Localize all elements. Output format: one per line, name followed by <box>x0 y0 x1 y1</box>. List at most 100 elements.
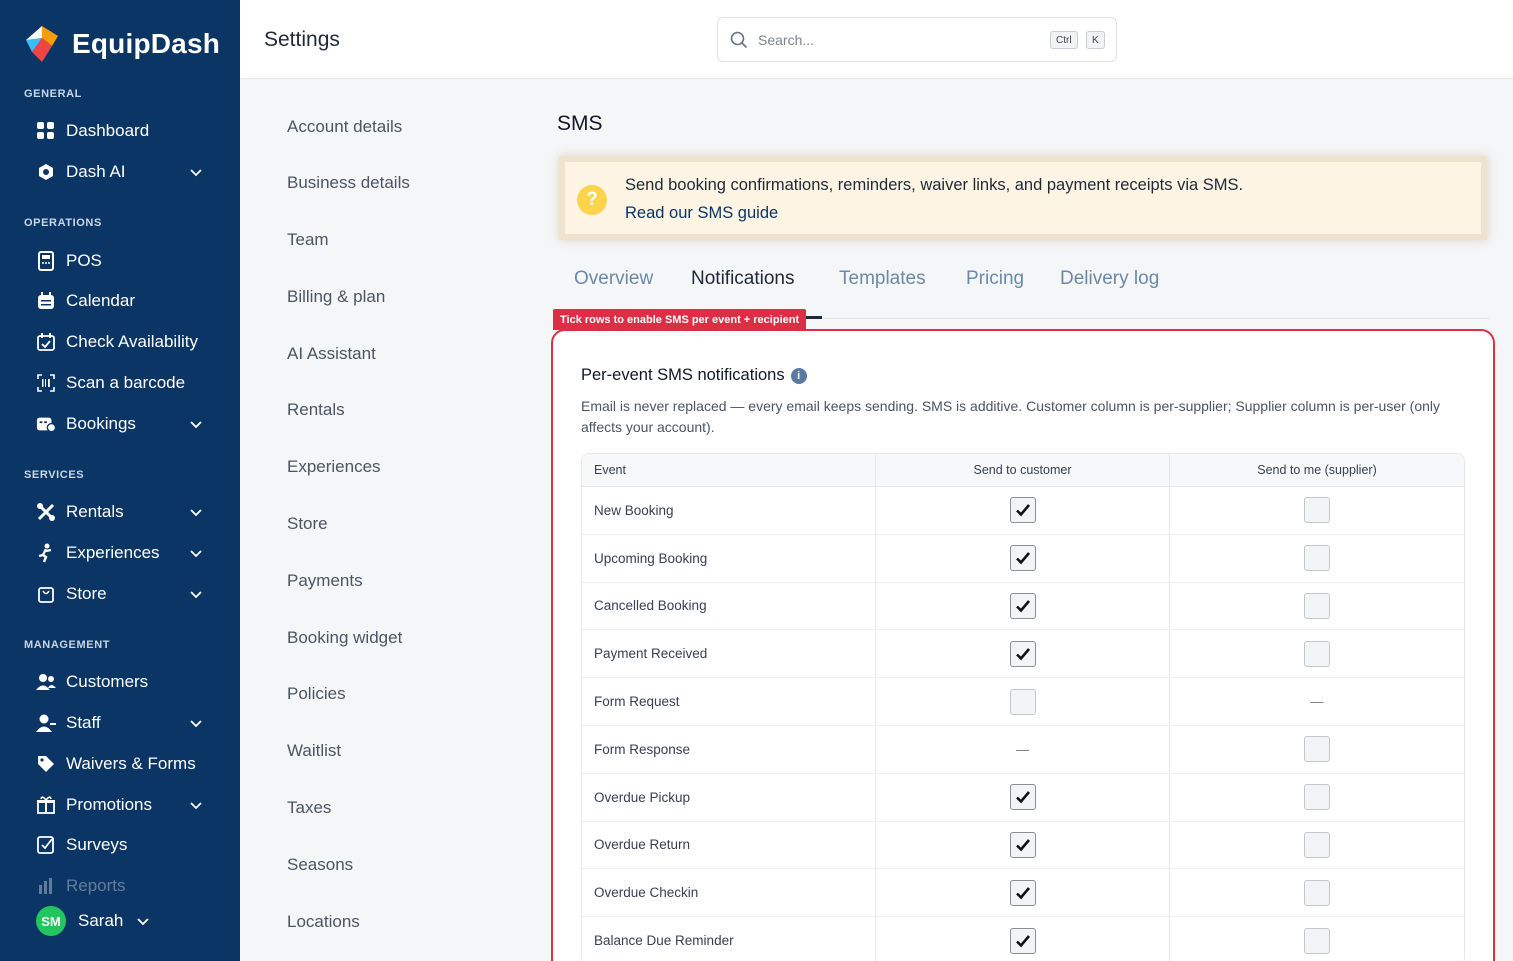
table-header: Event Send to customer Send to me (suppl… <box>582 454 1464 487</box>
customer-cell <box>876 630 1170 678</box>
table-row: Form Request — <box>582 678 1464 726</box>
settings-nav-seasons[interactable]: Seasons <box>287 855 353 875</box>
sidebar-item-check-availability[interactable]: Check Availability <box>36 326 216 358</box>
customer-checkbox-checked[interactable] <box>1009 831 1036 858</box>
settings-nav-locations[interactable]: Locations <box>287 912 360 932</box>
tab-overview[interactable]: Overview <box>574 268 653 290</box>
ai-hexagon-icon <box>36 162 56 182</box>
event-name: Overdue Return <box>582 821 876 869</box>
settings-nav-ai-assistant[interactable]: AI Assistant <box>287 344 376 364</box>
supplier-checkbox[interactable] <box>1304 927 1330 954</box>
supplier-checkbox[interactable] <box>1304 879 1330 906</box>
sidebar-item-bookings[interactable]: Bookings <box>36 408 216 440</box>
customer-checkbox-checked[interactable] <box>1009 497 1036 524</box>
sidebar-item-scan-barcode[interactable]: Scan a barcode <box>36 367 216 399</box>
customer-checkbox-checked[interactable] <box>1009 545 1036 572</box>
supplier-checkbox[interactable] <box>1304 831 1330 858</box>
sidebar-item-staff[interactable]: Staff <box>36 707 216 739</box>
settings-nav-policies[interactable]: Policies <box>287 684 346 704</box>
sidebar-item-label: Dashboard <box>66 121 150 140</box>
sidebar-item-surveys[interactable]: Surveys <box>36 829 216 861</box>
tab-delivery-log[interactable]: Delivery log <box>1060 268 1159 290</box>
settings-nav-business-details[interactable]: Business details <box>287 173 410 193</box>
settings-nav-experiences[interactable]: Experiences <box>287 457 381 477</box>
table-row: New Booking <box>582 487 1464 535</box>
supplier-unavailable: — <box>1310 694 1324 710</box>
sidebar-item-label: Waivers & Forms <box>66 754 196 773</box>
customer-cell <box>876 773 1170 821</box>
supplier-checkbox[interactable] <box>1304 736 1330 763</box>
tab-notifications[interactable]: Notifications <box>691 268 795 290</box>
section-label-general: GENERAL <box>24 88 82 100</box>
sidebar-item-label: Check Availability <box>66 332 198 351</box>
brand[interactable]: EquipDash <box>22 24 220 64</box>
customer-checkbox-checked[interactable] <box>1009 927 1036 954</box>
sidebar-item-promotions[interactable]: Promotions <box>36 789 216 821</box>
settings-nav-team[interactable]: Team <box>287 230 329 250</box>
supplier-checkbox[interactable] <box>1304 545 1330 572</box>
sidebar-item-dash-ai[interactable]: Dash AI <box>36 156 216 188</box>
customer-checkbox-checked[interactable] <box>1009 879 1036 906</box>
event-name: Upcoming Booking <box>582 534 876 582</box>
supplier-cell <box>1170 726 1464 773</box>
supplier-checkbox[interactable] <box>1304 497 1330 524</box>
customer-checkbox-checked[interactable] <box>1009 640 1036 667</box>
supplier-checkbox[interactable] <box>1304 640 1330 667</box>
settings-nav-billing-plan[interactable]: Billing & plan <box>287 287 385 307</box>
settings-nav-account-details[interactable]: Account details <box>287 117 402 137</box>
sidebar-item-pos[interactable]: POS <box>36 245 216 277</box>
event-name: Balance Due Reminder <box>582 917 876 961</box>
sidebar-item-reports[interactable]: Reports <box>36 870 216 902</box>
sidebar-item-experiences[interactable]: Experiences <box>36 537 216 569</box>
gift-icon <box>36 795 56 815</box>
sms-guide-link[interactable]: Read our SMS guide <box>625 204 778 223</box>
page-title: Settings <box>264 28 340 51</box>
supplier-checkbox[interactable] <box>1304 592 1330 619</box>
settings-nav-taxes[interactable]: Taxes <box>287 798 331 818</box>
settings-nav-rentals[interactable]: Rentals <box>287 400 345 420</box>
avatar: SM <box>36 906 66 936</box>
chevron-down-icon <box>190 802 202 810</box>
sidebar-item-label: Reports <box>66 876 126 895</box>
event-name: New Booking <box>582 487 876 534</box>
tab-templates[interactable]: Templates <box>839 268 926 290</box>
settings-nav-payments[interactable]: Payments <box>287 571 363 591</box>
customer-cell <box>876 678 1170 725</box>
table-row: Balance Due Reminder <box>582 917 1464 961</box>
staff-icon <box>36 713 56 733</box>
supplier-checkbox[interactable] <box>1304 784 1330 811</box>
sidebar-item-dashboard[interactable]: Dashboard <box>36 115 216 147</box>
customer-checkbox[interactable] <box>1009 688 1036 715</box>
settings-nav-waitlist[interactable]: Waitlist <box>287 741 341 761</box>
customer-cell <box>876 917 1170 961</box>
tab-pricing[interactable]: Pricing <box>966 268 1024 290</box>
user-menu[interactable]: SM Sarah <box>36 906 151 936</box>
sidebar-item-waivers-forms[interactable]: Waivers & Forms <box>36 748 216 780</box>
sidebar-item-label: Customers <box>66 672 149 691</box>
supplier-cell: — <box>1170 678 1464 725</box>
climber-icon <box>36 543 56 563</box>
section-label-services: SERVICES <box>24 469 85 481</box>
survey-icon <box>36 835 56 855</box>
settings-nav-store[interactable]: Store <box>287 514 328 534</box>
sidebar-item-calendar[interactable]: Calendar <box>36 285 216 317</box>
sidebar-item-customers[interactable]: Customers <box>36 666 216 698</box>
customers-icon <box>36 672 56 692</box>
column-header-customer: Send to customer <box>876 454 1170 486</box>
sidebar-item-rentals[interactable]: Rentals <box>36 496 216 528</box>
info-icon[interactable]: i <box>790 367 807 384</box>
sidebar-item-store[interactable]: Store <box>36 578 216 610</box>
pos-terminal-icon <box>36 251 56 271</box>
customer-checkbox-checked[interactable] <box>1009 592 1036 619</box>
chevron-down-icon <box>190 421 202 429</box>
customer-checkbox-checked[interactable] <box>1009 784 1036 811</box>
search-box[interactable]: Ctrl K <box>717 17 1117 62</box>
equipdash-logo-icon <box>26 26 58 62</box>
settings-nav-booking-widget[interactable]: Booking widget <box>287 628 402 648</box>
sidebar-item-label: Store <box>66 584 107 603</box>
sidebar-item-label: Rentals <box>66 502 124 521</box>
supplier-cell <box>1170 583 1464 630</box>
section-title: SMS <box>557 112 603 135</box>
search-input[interactable] <box>758 31 1028 48</box>
sidebar-item-label: Scan a barcode <box>66 373 186 392</box>
